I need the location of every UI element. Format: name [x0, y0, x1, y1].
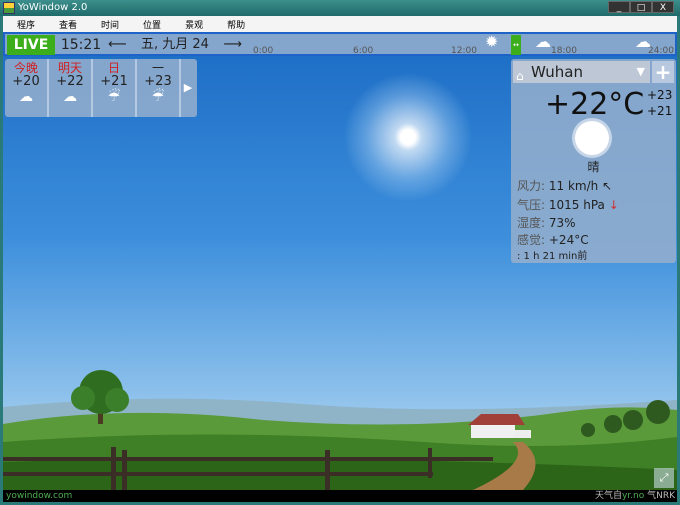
- source-link[interactable]: yr.no: [622, 491, 644, 501]
- home-icon: ⌂: [516, 69, 524, 83]
- tick-label: 18:00: [551, 46, 577, 56]
- city-selector[interactable]: ⌂ Wuhan ▼: [513, 61, 650, 83]
- window-title: YoWindow 2.0: [18, 2, 88, 13]
- minimize-button[interactable]: _: [608, 1, 630, 13]
- time-slider-handle[interactable]: ↔: [511, 35, 521, 55]
- wind-value: 11 km/h: [548, 179, 599, 193]
- timeline-bar[interactable]: LIVE 15:21 ⟵ 五, 九月 24 ⟶ 0:00 6:00 12:00 …: [3, 32, 677, 56]
- data-credit: 天气自yr.no 气NRK: [595, 490, 675, 502]
- fullscreen-icon[interactable]: ⤢: [654, 468, 674, 488]
- feels-like-value: +24°C: [548, 233, 589, 247]
- city-name: Wuhan: [531, 63, 584, 81]
- credit-suffix: 气NRK: [644, 491, 675, 501]
- rain-cloud-icon: ☔: [151, 89, 165, 105]
- pressure-value: 1015 hPa: [548, 198, 605, 212]
- chevron-down-icon[interactable]: ▼: [637, 61, 645, 83]
- menu-landscape[interactable]: 景观: [171, 16, 213, 32]
- add-location-button[interactable]: +: [652, 61, 674, 83]
- tick-label: 0:00: [253, 46, 274, 56]
- sun-icon: ✹: [485, 32, 499, 51]
- footer-bar: yowindow.com 天气自yr.no 气NRK: [3, 490, 677, 502]
- forecast-day[interactable]: 日 +21 ☔: [93, 59, 137, 117]
- forecast-strip: 今晚 +20 ☁ 明天 +22 ☁ 日 +21 ☔ 一 +23 ☔ ▶: [5, 59, 197, 117]
- condition-text: 晴: [587, 160, 600, 174]
- date-label: 五, 九月 24: [141, 37, 209, 52]
- current-time: 15:21: [60, 37, 102, 53]
- live-button[interactable]: LIVE: [7, 35, 55, 55]
- day-name: 日: [107, 61, 120, 75]
- day-temp: +20: [12, 74, 40, 89]
- pressure-trend-icon: ↓: [608, 198, 619, 212]
- close-button[interactable]: X: [652, 1, 674, 13]
- menu-location[interactable]: 位置: [129, 16, 171, 32]
- sun-icon: [575, 121, 609, 155]
- menu-program[interactable]: 程序: [3, 16, 45, 32]
- prev-day-button[interactable]: ⟵: [108, 35, 127, 55]
- menu-time[interactable]: 时间: [87, 16, 129, 32]
- forecast-day[interactable]: 一 +23 ☔: [137, 59, 181, 117]
- website-link[interactable]: yowindow.com: [6, 490, 72, 502]
- humidity-label: 湿度:: [517, 216, 546, 230]
- credit-prefix: 天气自: [594, 491, 622, 501]
- menu-help[interactable]: 帮助: [213, 16, 255, 32]
- wind-label: 风力:: [517, 179, 546, 193]
- feels-like-label: 感觉:: [517, 233, 546, 247]
- forecast-day[interactable]: 今晚 +20 ☁: [5, 59, 49, 117]
- day-temp: +21: [100, 74, 128, 89]
- forecast-day[interactable]: 明天 +22 ☁: [49, 59, 93, 117]
- high-temp: +23: [647, 88, 673, 102]
- app-icon: [3, 2, 15, 14]
- rain-cloud-icon: ☔: [107, 89, 121, 105]
- weather-scene: LIVE 15:21 ⟵ 五, 九月 24 ⟶ 0:00 6:00 12:00 …: [3, 32, 677, 490]
- day-temp: +22: [56, 74, 84, 89]
- rain-cloud-icon: ☁: [535, 32, 551, 51]
- low-temp: +21: [647, 104, 673, 118]
- day-name: 明天: [57, 61, 82, 75]
- wind-direction-icon: ↖: [602, 179, 613, 193]
- title-bar: YoWindow 2.0 _ □ X: [0, 0, 680, 16]
- tick-label: 12:00: [451, 46, 477, 56]
- menu-bar: 程序 查看 时间 位置 景观 帮助: [3, 16, 677, 32]
- current-weather-panel: ⌂ Wuhan ▼ + +22°C +23 +21 晴 风力: 11 km/h ↖…: [511, 59, 676, 263]
- humidity-value: 73%: [548, 216, 576, 230]
- day-temp: +23: [144, 74, 172, 89]
- tick-label: 6:00: [353, 46, 374, 56]
- cloud-icon: ☁: [63, 89, 77, 105]
- pressure-label: 气压:: [517, 198, 546, 212]
- forecast-next-button[interactable]: ▶: [181, 59, 195, 117]
- day-name: 一: [151, 61, 164, 75]
- cloud-icon: ☁: [19, 89, 33, 105]
- updated-time: : 1 h 21 min前: [517, 251, 588, 262]
- next-day-button[interactable]: ⟶: [223, 35, 242, 55]
- tick-label: 24:00: [648, 46, 674, 56]
- current-temperature: +22°C: [545, 87, 645, 122]
- menu-view[interactable]: 查看: [45, 16, 87, 32]
- day-name: 今晚: [13, 61, 38, 75]
- maximize-button[interactable]: □: [630, 1, 652, 13]
- cloud-icon: ☁: [635, 32, 651, 51]
